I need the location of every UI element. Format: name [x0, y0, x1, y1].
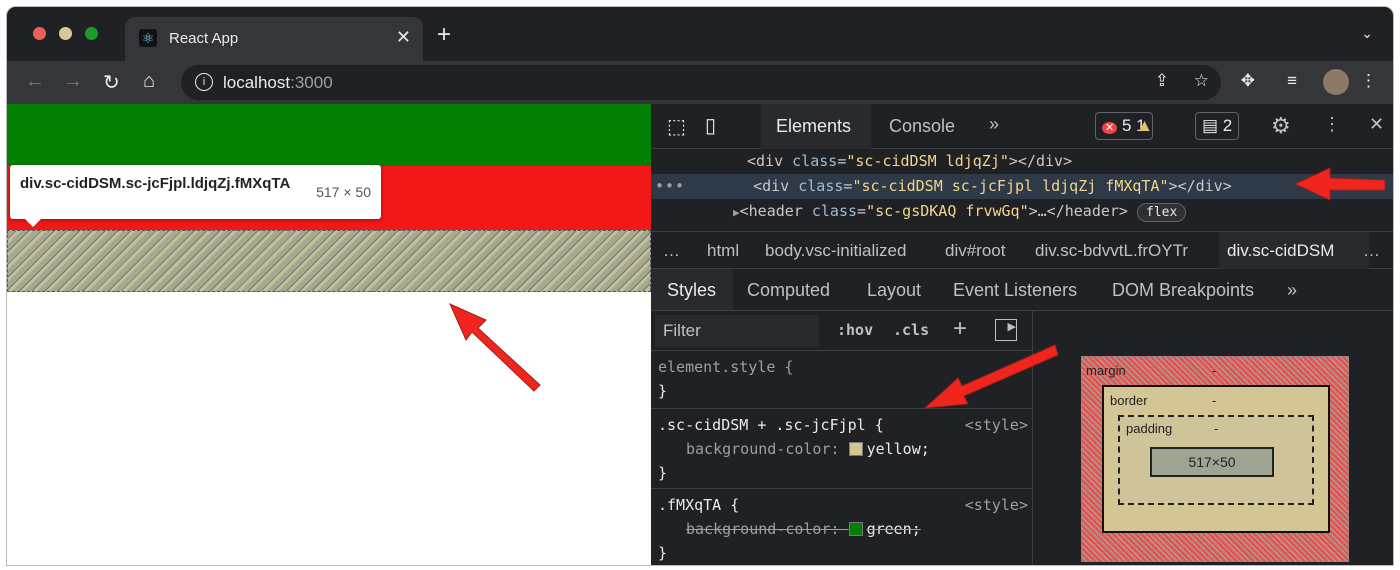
arrow-annotation [923, 344, 1059, 409]
annotation-arrows [449, 167, 1386, 409]
arrow-annotation [449, 303, 541, 392]
arrow-annotation [1293, 167, 1386, 201]
